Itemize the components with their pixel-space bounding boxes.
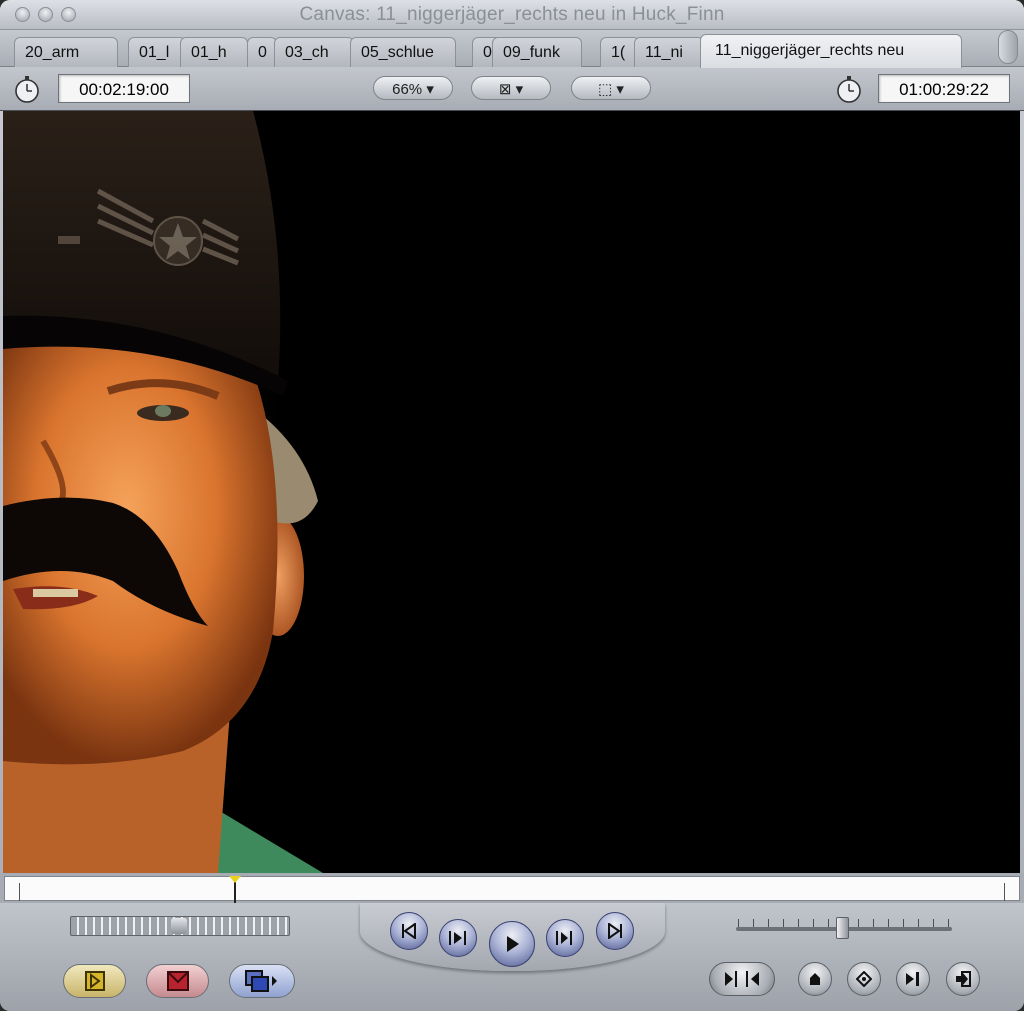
insert-edit-button[interactable] <box>63 964 126 998</box>
stopwatch-icon <box>837 76 861 103</box>
play-icon <box>507 936 519 952</box>
chevron-down-icon: ▾ <box>616 81 624 98</box>
shuttle-knob[interactable] <box>171 918 187 934</box>
scrubber-end-tick <box>1004 883 1005 901</box>
tab-sequence[interactable]: 09_funk <box>492 37 582 67</box>
add-keyframe-button[interactable] <box>847 962 881 996</box>
duration-timecode-field[interactable]: 00:02:19:00 <box>58 74 190 103</box>
tab-sequence[interactable]: 0 <box>247 37 277 67</box>
tab-sequence[interactable]: 01_l <box>128 37 186 67</box>
keyframe-icon <box>856 971 872 987</box>
replace-edit-button[interactable] <box>229 964 295 998</box>
go-to-previous-edit-button[interactable] <box>390 912 428 950</box>
canvas-window: Canvas: 11_niggerjäger_rechts neu in Huc… <box>0 0 1024 1011</box>
stopwatch-icon <box>15 76 39 103</box>
tab-sequence[interactable]: 11_ni <box>634 37 704 67</box>
chevron-down-icon: ▾ <box>426 81 434 98</box>
video-frame[interactable] <box>3 111 1020 873</box>
playhead-marker-icon[interactable] <box>229 876 241 883</box>
play-in-to-out-icon <box>449 931 466 945</box>
tab-sequence[interactable]: 20_arm <box>14 37 118 67</box>
view-popup[interactable]: ⊠ ▾ <box>471 76 551 100</box>
zoom-label: 66% <box>392 81 423 98</box>
mark-out-icon <box>906 972 919 986</box>
transport-controls <box>0 903 1024 1011</box>
mark-in-icon <box>956 971 971 987</box>
mark-in-button[interactable] <box>946 962 980 996</box>
tab-sequence[interactable]: 03_ch <box>274 37 354 67</box>
shuttle-control[interactable] <box>70 916 290 936</box>
replace-edit-icon <box>245 970 277 992</box>
view-label: ⊠ <box>498 81 512 98</box>
jog-control[interactable] <box>736 915 952 939</box>
match-frame-icon <box>725 971 759 987</box>
insert-edit-icon <box>84 971 105 991</box>
play-in-to-out-button[interactable] <box>439 919 477 957</box>
tab-sequence[interactable]: 01_h <box>180 37 248 67</box>
title-bar[interactable]: Canvas: 11_niggerjäger_rechts neu in Huc… <box>0 0 1024 30</box>
next-edit-icon <box>608 923 622 939</box>
tab-active-sequence[interactable]: 11_niggerjäger_rechts neu <box>700 34 962 68</box>
scrubber-start-tick <box>19 883 20 901</box>
chevron-down-icon: ▾ <box>515 81 524 98</box>
marker-icon <box>810 973 820 985</box>
canvas-toolbar: 00:02:19:00 66% ▾ ⊠ ▾ ⬚ ▾ 01:00:29:22 <box>0 67 1024 111</box>
jog-thumb[interactable] <box>836 917 849 939</box>
add-marker-button[interactable] <box>798 962 832 996</box>
current-timecode-field[interactable]: 01:00:29:22 <box>878 74 1010 103</box>
display-label: ⬚ <box>598 81 613 98</box>
play-around-current-button[interactable] <box>546 919 584 957</box>
previous-edit-icon <box>402 923 416 939</box>
window-title: Canvas: 11_niggerjäger_rechts neu in Huc… <box>299 4 725 25</box>
play-around-icon <box>556 931 572 945</box>
scrubber-area <box>0 873 1024 907</box>
overwrite-edit-icon <box>166 971 189 991</box>
scrubber-bar[interactable] <box>4 876 1020 907</box>
go-to-next-edit-button[interactable] <box>596 912 634 950</box>
mark-clip-button[interactable] <box>896 962 930 996</box>
sequence-tab-bar: 20_arm 01_l 01_h 0 03_ch 05_schlue 0 09_… <box>0 30 1024 68</box>
match-frame-button[interactable] <box>709 962 775 996</box>
video-image <box>3 111 1020 873</box>
tab-sequence[interactable]: 05_schlue <box>350 37 456 67</box>
overwrite-edit-button[interactable] <box>146 964 209 998</box>
display-mode-popup[interactable]: ⬚ ▾ <box>571 76 651 100</box>
tab-scroll-button[interactable] <box>998 30 1018 64</box>
zoom-popup[interactable]: 66% ▾ <box>373 76 453 100</box>
play-button[interactable] <box>489 921 535 967</box>
